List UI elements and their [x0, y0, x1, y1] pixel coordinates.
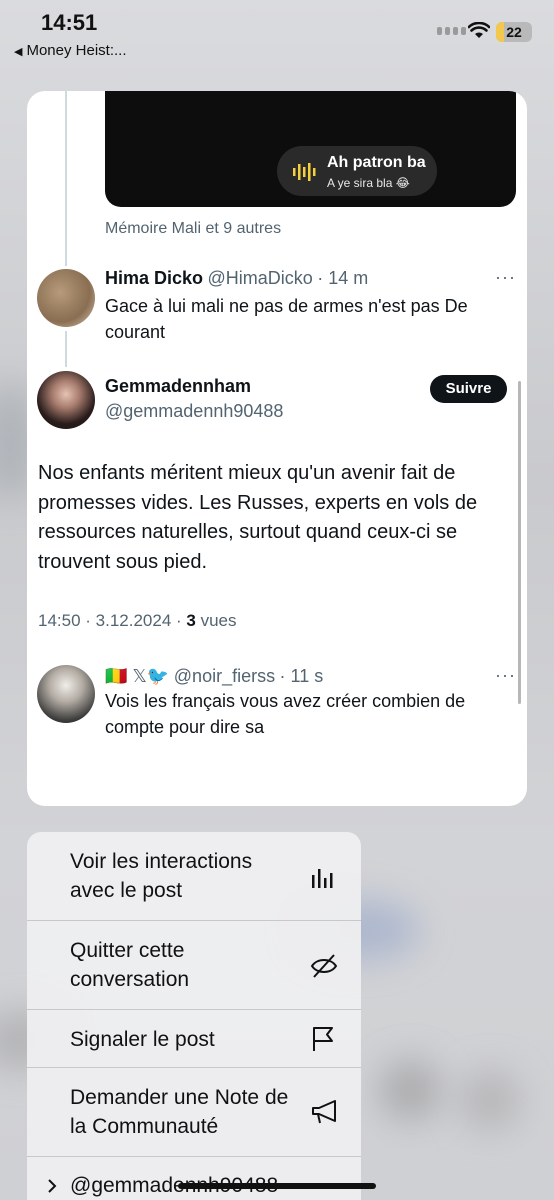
home-indicator[interactable]	[178, 1183, 376, 1189]
back-arrow-icon: ◀	[14, 46, 23, 58]
reply-header: Hima Dicko @HimaDicko · 14 m	[105, 268, 368, 289]
avatar[interactable]	[37, 665, 95, 723]
audio-media[interactable]: Ah patron ba A ye sira bla 😂	[105, 91, 516, 207]
post-timestamp: 14:50 · 3.12.2024 ·	[38, 611, 187, 630]
author-handle[interactable]: @HimaDicko	[208, 268, 313, 288]
megaphone-icon	[312, 1100, 336, 1124]
reply-text-line: Gace à lui mali ne pas de armes n'est pa…	[105, 296, 468, 316]
avatar[interactable]	[37, 269, 95, 327]
post-text: Nos enfants méritent mieux qu'un avenir …	[38, 462, 478, 573]
back-app-label: Money Heist:...	[26, 42, 127, 59]
flag-icon	[313, 1027, 333, 1051]
audio-title: Ah patron ba	[327, 154, 426, 171]
menu-item-label: Demander une Note de la Communauté	[70, 1086, 289, 1138]
reply-text-line: courant	[105, 322, 166, 342]
post-time: · 11 s	[279, 666, 324, 686]
cellular-signal-icon	[437, 27, 466, 35]
audio-wave-icon	[293, 163, 316, 181]
menu-item-label: Signaler le post	[70, 1028, 215, 1051]
wifi-icon	[468, 22, 490, 38]
author-handle[interactable]: @noir_fierss	[174, 666, 275, 686]
context-menu: Voir les interactions avec le post Quitt…	[27, 832, 361, 1200]
back-to-app-link[interactable]: ◀ Money Heist:...	[14, 42, 127, 59]
liked-by-text[interactable]: Mémoire Mali et 9 autres	[105, 220, 281, 238]
menu-item-mute-conversation[interactable]: Quitter cette conversation	[27, 921, 361, 1010]
reply-header: 🇲🇱 𝕏🐦 @noir_fierss · 11 s	[105, 666, 323, 687]
thread-line	[65, 331, 67, 367]
audio-subtitle: A ye sira bla 😂	[327, 176, 410, 190]
post-time: · 14 m	[317, 268, 369, 288]
views-count[interactable]: 3	[186, 611, 195, 630]
chevron-right-icon	[48, 1179, 57, 1193]
menu-item-view-interactions[interactable]: Voir les interactions avec le post	[27, 832, 361, 921]
author-name[interactable]: Hima Dicko	[105, 268, 203, 288]
menu-item-label: Voir les interactions avec le post	[70, 850, 253, 902]
status-bar: 14:51 ◀ Money Heist:... 22	[0, 0, 554, 70]
more-options-icon[interactable]: ···	[495, 267, 516, 288]
bar-chart-icon	[312, 869, 333, 888]
menu-item-label: Quitter cette conversation	[70, 939, 190, 991]
more-options-icon[interactable]: ···	[495, 665, 516, 686]
battery-level: 22	[506, 24, 522, 40]
post-preview-card[interactable]: Ah patron ba A ye sira bla 😂 Mémoire Mal…	[27, 91, 527, 806]
reply-text-line: compte pour dire sa	[105, 717, 265, 737]
battery-icon: 22	[496, 22, 532, 42]
views-label: vues	[195, 611, 237, 630]
author-badges: 🇲🇱 𝕏🐦	[105, 666, 170, 686]
menu-item-community-note[interactable]: Demander une Note de la Communauté	[27, 1068, 361, 1157]
author-name[interactable]: Gemmadennham	[105, 376, 251, 397]
menu-item-account[interactable]: @gemmadennh90488	[27, 1157, 361, 1200]
scrollbar[interactable]	[518, 381, 521, 704]
clock: 14:51	[41, 10, 98, 35]
audio-pill[interactable]: Ah patron ba A ye sira bla 😂	[277, 146, 437, 196]
menu-item-report-post[interactable]: Signaler le post	[27, 1010, 361, 1068]
thread-line	[65, 91, 67, 266]
eye-slash-icon	[310, 954, 338, 978]
follow-button[interactable]: Suivre	[430, 375, 507, 403]
post-stats: 14:50 · 3.12.2024 · 3 vues	[38, 611, 237, 631]
author-handle[interactable]: @gemmadennh90488	[105, 401, 283, 422]
avatar[interactable]	[37, 371, 95, 429]
reply-text-line: Vois les français vous avez créer combie…	[105, 691, 466, 711]
